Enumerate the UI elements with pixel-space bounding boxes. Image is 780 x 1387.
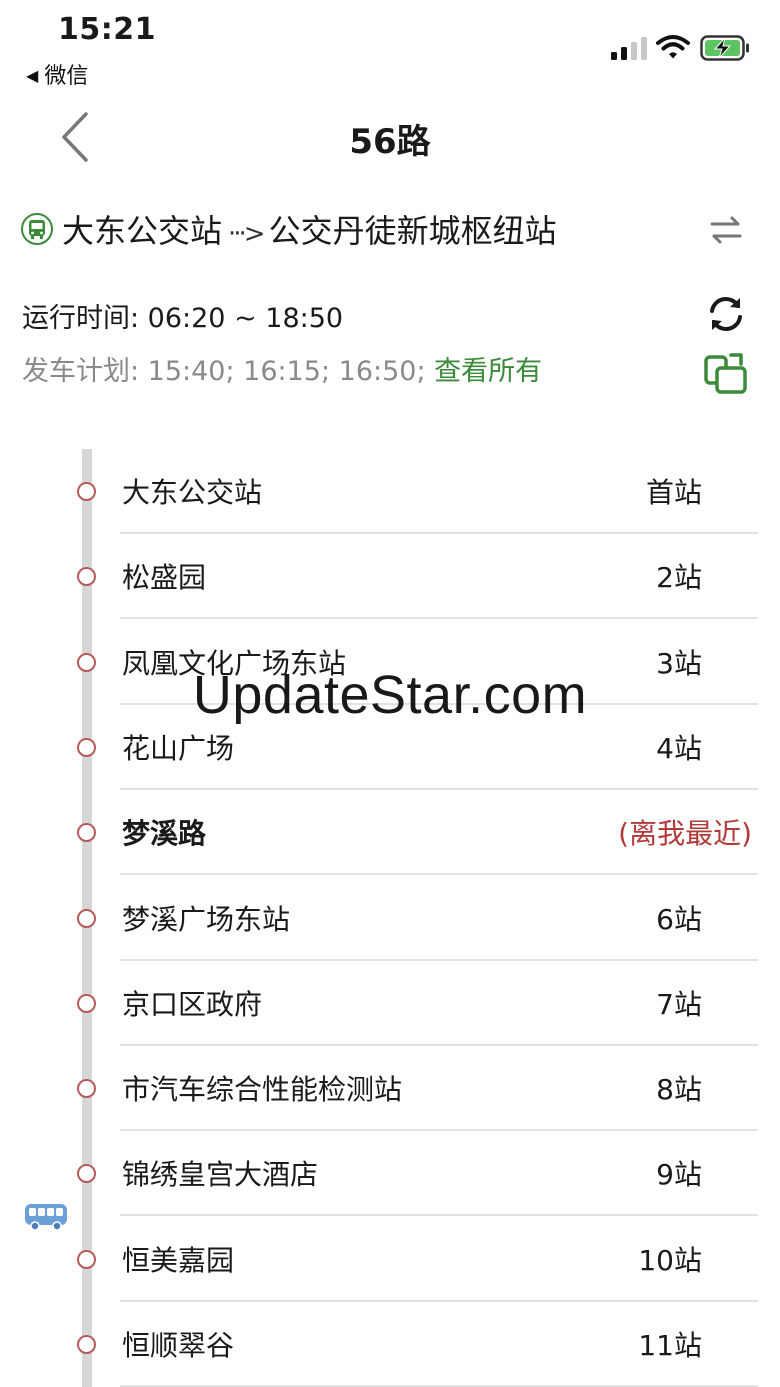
watermark: UpdateStar.com [192, 665, 588, 725]
stop-count: 4站 [656, 731, 702, 765]
page-title: 56路 [349, 122, 431, 162]
operating-time: 运行时间: 06:20 ~ 18:50 [22, 303, 344, 334]
route-direction: 大东公交站 ···> 公交丹徒新城枢纽站 [62, 206, 557, 252]
stop-count: 9站 [656, 1158, 702, 1192]
stop-dot-icon [77, 1164, 96, 1184]
stop-dot-icon [77, 567, 96, 587]
stop-count: 11站 [638, 1329, 702, 1362]
stop-dot-icon [77, 823, 96, 843]
share-copy-button[interactable] [703, 352, 749, 396]
stop-name: 京口区政府 [122, 987, 263, 1021]
stop-item[interactable]: 梦溪路 (离我最近) [0, 790, 780, 876]
stop-item[interactable]: 京口区政府 7站 [0, 961, 780, 1046]
stop-count: 10站 [638, 1243, 702, 1277]
back-app-label: 微信 [44, 64, 89, 89]
back-triangle-icon: ◀ [26, 66, 39, 85]
stop-dot-icon [77, 908, 96, 928]
departure-plan-times: 发车计划: 15:40; 16:15; 16:50; [22, 356, 426, 387]
status-time: 15:21 [58, 12, 156, 47]
battery-charging-icon [700, 35, 749, 61]
stop-item[interactable]: 锦绣皇宫大酒店 9站 [0, 1131, 780, 1217]
stop-name: 梦溪路 [122, 817, 207, 851]
departure-plan: 发车计划: 15:40; 16:15; 16:50; 查看所有 [22, 349, 542, 388]
stop-count: 6站 [656, 902, 702, 936]
see-all-link[interactable]: 查看所有 [434, 356, 542, 387]
swap-direction-button[interactable] [706, 210, 746, 250]
swap-direction-icon [710, 216, 742, 244]
stop-name: 大东公交站 [122, 476, 263, 509]
share-copy-icon [704, 353, 747, 394]
stop-dot-icon [77, 993, 96, 1013]
back-to-app[interactable]: ◀ 微信 [26, 58, 88, 90]
stop-item[interactable]: 恒顺翠谷 11站 [0, 1302, 780, 1387]
nearest-stop-label: (离我最近) [618, 817, 752, 851]
refresh-button[interactable] [704, 292, 748, 336]
stop-count: 首站 [645, 476, 702, 509]
stop-name: 松盛园 [122, 561, 207, 595]
stop-name: 市汽车综合性能检测站 [122, 1073, 403, 1107]
stop-dot-icon [77, 482, 96, 501]
route-from: 大东公交站 [62, 212, 223, 250]
stop-count: 8站 [656, 1073, 702, 1107]
stop-dot-icon [77, 1335, 96, 1354]
stop-item[interactable]: 梦溪广场东站 6站 [0, 876, 780, 961]
stop-dot-icon [77, 1249, 96, 1269]
route-arrow: ···> [228, 219, 266, 249]
refresh-icon [710, 296, 742, 332]
wifi-icon [656, 35, 690, 59]
stop-name: 锦绣皇宫大酒店 [122, 1158, 319, 1192]
stop-item[interactable]: 市汽车综合性能检测站 8站 [0, 1046, 780, 1132]
route-to: 公交丹徒新城枢纽站 [268, 212, 557, 250]
stop-item[interactable]: 恒美嘉园 10站 [0, 1217, 780, 1302]
stop-count: 2站 [656, 561, 702, 595]
bus-icon [25, 1204, 67, 1231]
stop-dot-icon [77, 737, 96, 757]
stop-name: 恒美嘉园 [122, 1243, 235, 1277]
stop-item[interactable]: 松盛园 2站 [0, 534, 780, 620]
stop-dot-icon [77, 1079, 96, 1099]
stop-item[interactable]: 大东公交站 首站 [0, 449, 780, 534]
stop-name: 花山广场 [122, 731, 235, 765]
cellular-signal-icon [611, 36, 649, 60]
stop-name: 梦溪广场东站 [122, 902, 291, 936]
stop-count: 7站 [656, 987, 702, 1021]
bus-stop-icon [21, 213, 53, 245]
stop-name: 恒顺翠谷 [122, 1329, 235, 1362]
